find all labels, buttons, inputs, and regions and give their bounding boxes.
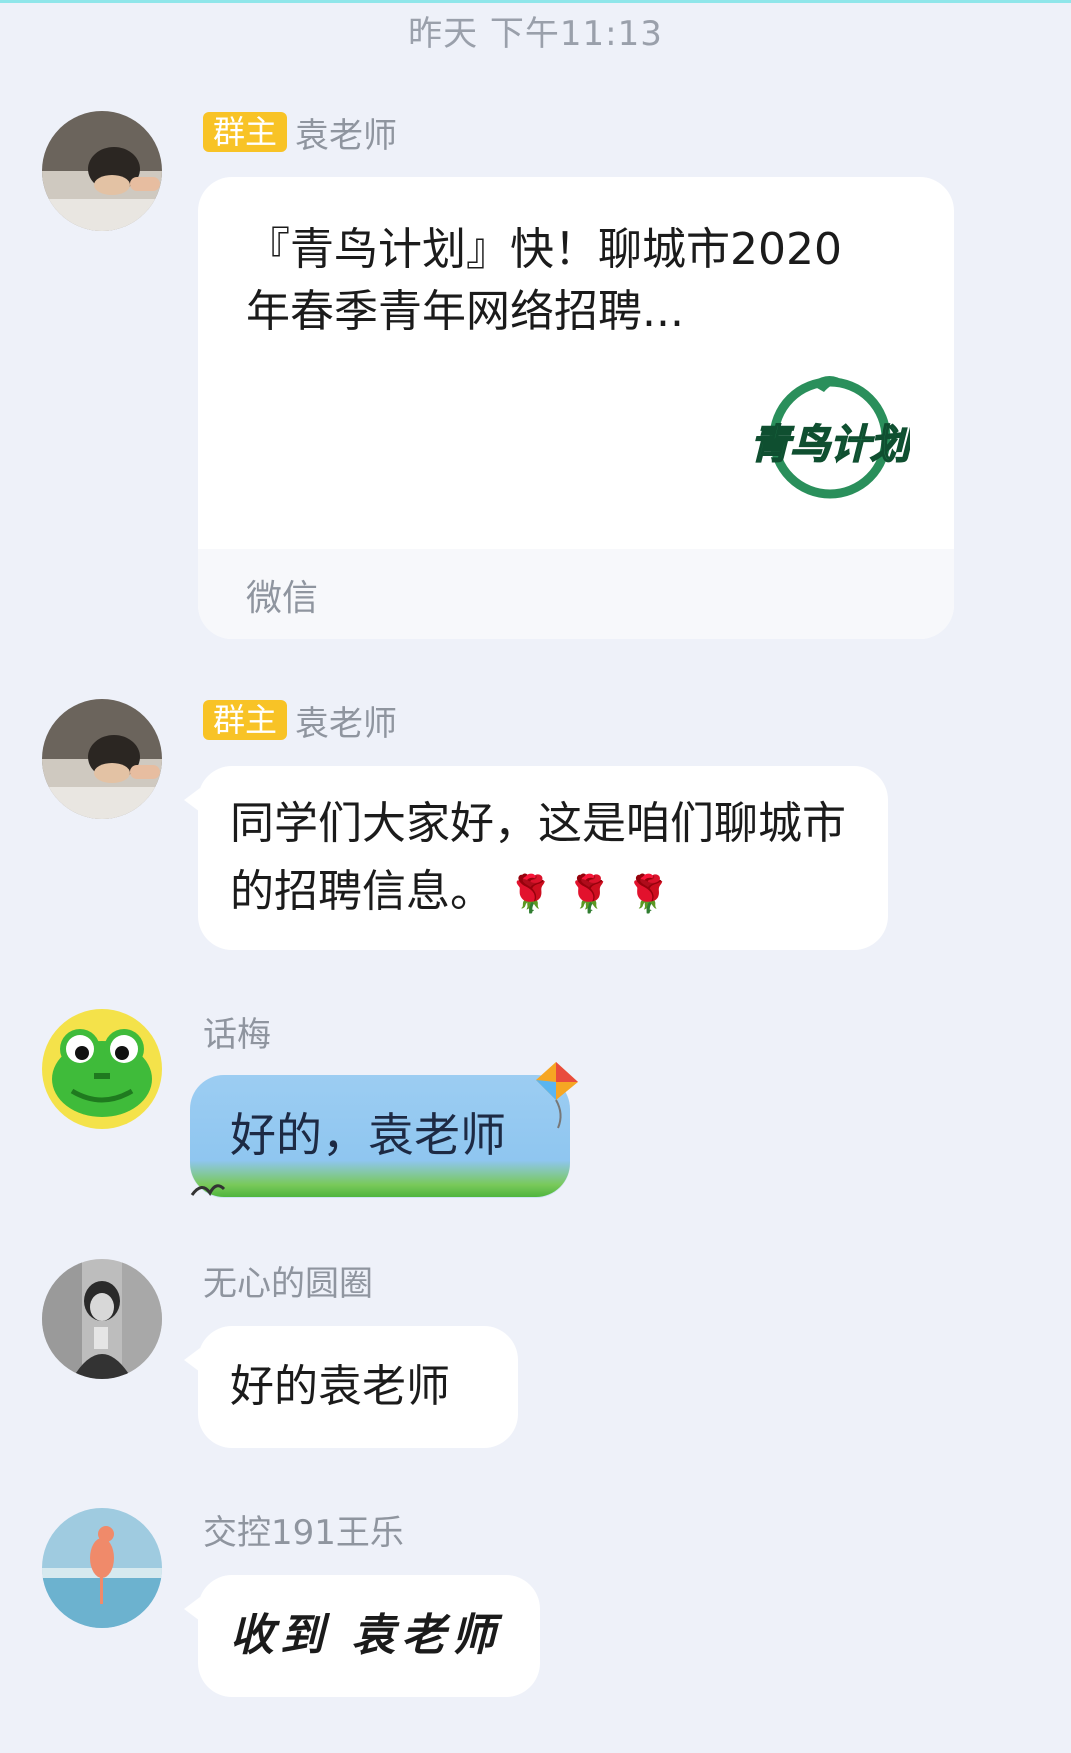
- rose-emoji: 🌹: [625, 874, 671, 915]
- bird-icon: [190, 1184, 226, 1196]
- message-bubble[interactable]: 好的，袁老师: [190, 1075, 570, 1197]
- qingniao-logo: 青鸟计划: [749, 370, 917, 500]
- sender-row: 群主 袁老师: [203, 108, 397, 157]
- avatar[interactable]: [42, 699, 162, 819]
- rose-emoji: 🌹: [508, 874, 553, 915]
- kite-icon: [536, 1062, 578, 1129]
- sender-name[interactable]: 话梅: [203, 1007, 271, 1056]
- message-timestamp: 昨天 下午11:13: [408, 14, 663, 54]
- sender-name[interactable]: 无心的圆圈: [203, 1256, 373, 1305]
- bubble-tail: [184, 1348, 200, 1372]
- message-text: 好的袁老师: [230, 1361, 450, 1412]
- message-text: 好的，袁老师: [230, 1108, 506, 1162]
- sender-row: 无心的圆圈: [203, 1256, 373, 1305]
- avatar[interactable]: [42, 1009, 162, 1129]
- message-bubble[interactable]: 收到 袁老师: [184, 1575, 540, 1697]
- message-text: 收到 袁老师: [230, 1610, 502, 1661]
- sender-row: 话梅: [203, 1007, 271, 1056]
- qingniao-logo-text: 青鸟计划: [750, 422, 910, 468]
- avatar[interactable]: [42, 1259, 162, 1379]
- avatar[interactable]: [42, 1508, 162, 1628]
- bubble-tail: [184, 788, 200, 812]
- message-bubble[interactable]: 好的袁老师: [184, 1326, 518, 1448]
- link-card-source: 微信: [246, 578, 319, 619]
- link-card-footer: 微信: [198, 549, 954, 639]
- sender-name[interactable]: 袁老师: [295, 108, 397, 157]
- sender-row: 群主 袁老师: [203, 696, 397, 745]
- link-card-title: 『青鸟计划』快！聊城市2020年春季青年网络招聘...: [246, 224, 842, 337]
- link-card[interactable]: 『青鸟计划』快！聊城市2020年春季青年网络招聘... 青鸟计划 微信: [198, 177, 954, 639]
- owner-badge: 群主: [203, 112, 288, 152]
- top-divider: [0, 0, 1071, 3]
- message-bubble[interactable]: 同学们大家好，这是咱们聊城市的招聘信息。 🌹 🌹 🌹: [184, 766, 888, 950]
- bubble-tail: [184, 1597, 200, 1621]
- sender-name[interactable]: 袁老师: [295, 696, 397, 745]
- sender-name[interactable]: 交控191王乐: [203, 1505, 404, 1554]
- avatar[interactable]: [42, 111, 162, 231]
- sender-row: 交控191王乐: [203, 1505, 404, 1554]
- owner-badge: 群主: [203, 700, 288, 740]
- rose-emoji: 🌹: [566, 874, 612, 915]
